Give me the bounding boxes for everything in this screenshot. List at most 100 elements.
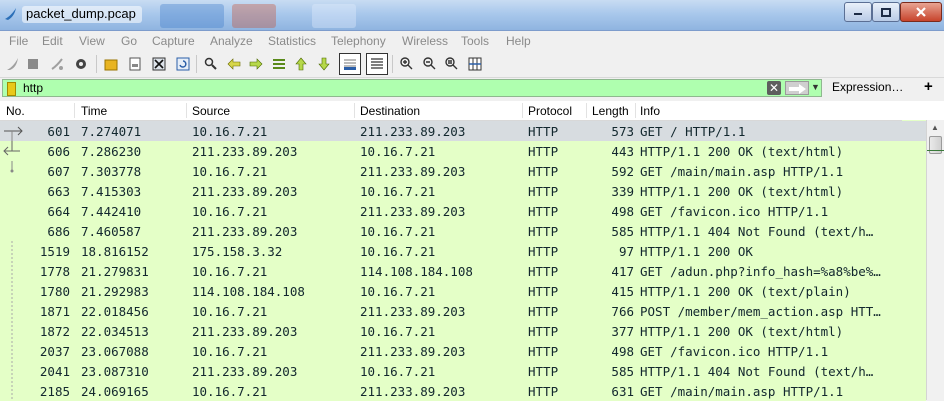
display-filter-input[interactable] [23,80,763,96]
arrow-left-icon [227,58,241,70]
menu-view[interactable]: View [79,34,105,48]
packet-source: 10.16.7.21 [192,264,268,279]
restart-capture-button[interactable] [48,55,66,73]
packet-time: 22.018456 [81,304,149,319]
display-filter-field[interactable]: ✕ ▼ [2,79,822,97]
packet-row[interactable]: 1780 21.292983 114.108.184.108 10.16.7.2… [0,281,926,301]
go-to-packet-button[interactable] [270,55,288,73]
close-button[interactable] [900,2,942,22]
maximize-button[interactable] [872,2,900,22]
column-header-info[interactable]: Info [640,104,660,118]
auto-scroll-button[interactable] [339,53,361,75]
packet-row[interactable]: 1519 18.816152 175.158.3.32 10.16.7.21 H… [0,241,926,261]
last-packet-button[interactable] [315,55,333,73]
packet-time: 7.274071 [81,124,142,139]
packet-row[interactable]: 2185 24.069165 10.16.7.21 211.233.89.203… [0,381,926,401]
column-header-time[interactable]: Time [81,104,107,118]
go-forward-button[interactable] [247,55,265,73]
selected-packet-marker [927,150,944,151]
column-divider[interactable] [522,103,523,118]
normal-size-button[interactable] [443,55,461,73]
packet-row[interactable]: 1871 22.018456 10.16.7.21 211.233.89.203… [0,301,926,321]
save-file-button[interactable] [126,55,144,73]
column-divider[interactable] [186,103,187,118]
menu-statistics[interactable]: Statistics [268,34,316,48]
column-divider[interactable] [635,103,636,118]
colorize-icon [371,58,383,69]
menu-help[interactable]: Help [506,34,531,48]
packet-row[interactable]: 607 7.303778 10.16.7.21 211.233.89.203 H… [0,161,926,181]
menu-wireless[interactable]: Wireless [402,34,448,48]
column-header-source[interactable]: Source [192,104,230,118]
packet-destination: 10.16.7.21 [360,244,436,259]
column-divider[interactable] [354,103,355,118]
packet-no: 1871 [39,304,70,319]
apply-filter-button[interactable] [785,81,809,95]
auto-scroll-icon [344,59,356,70]
zoom-out-button[interactable] [421,55,439,73]
menu-go[interactable]: Go [121,34,137,48]
packet-destination: 211.233.89.203 [360,304,466,319]
packet-row[interactable]: 663 7.415303 211.233.89.203 10.16.7.21 H… [0,181,926,201]
packet-row[interactable]: 1872 22.034513 211.233.89.203 10.16.7.21… [0,321,926,341]
menu-tools[interactable]: Tools [461,34,489,48]
stop-capture-button[interactable] [24,55,42,73]
first-packet-button[interactable] [292,55,310,73]
bookmark-icon[interactable] [7,82,16,96]
vertical-scrollbar[interactable]: ▲ [926,120,944,400]
go-back-button[interactable] [225,55,243,73]
packet-no: 664 [47,204,70,219]
column-header-length[interactable]: Length [592,104,629,118]
close-file-button[interactable] [150,55,168,73]
packet-info: HTTP/1.1 200 OK (text/html) [640,184,844,199]
menu-telephony[interactable]: Telephony [331,34,386,48]
packet-row[interactable]: 2037 23.067088 10.16.7.21 211.233.89.203… [0,341,926,361]
open-file-button[interactable] [102,55,120,73]
capture-options-button[interactable] [72,55,90,73]
packet-info: POST /member/mem_action.asp HTT… [640,304,881,319]
packet-source: 211.233.89.203 [192,184,298,199]
zoom-in-icon [400,57,413,70]
filter-history-dropdown[interactable]: ▼ [811,82,820,92]
menu-analyze[interactable]: Analyze [210,34,253,48]
packet-row[interactable]: 601 7.274071 10.16.7.21 211.233.89.203 H… [0,121,926,141]
background-ghost [160,4,224,28]
packet-row[interactable]: 664 7.442410 10.16.7.21 211.233.89.203 H… [0,201,926,221]
minimize-button[interactable] [844,2,872,22]
column-header-no[interactable]: No. [6,104,25,118]
toolbar-separator [96,55,97,73]
column-divider[interactable] [586,103,587,118]
zoom-in-button[interactable] [398,55,416,73]
menu-file[interactable]: File [9,34,28,48]
packet-length: 585 [611,364,634,379]
packet-no: 1872 [39,324,70,339]
packet-length: 766 [611,304,634,319]
column-divider[interactable] [74,103,75,118]
packet-info: GET /favicon.ico HTTP/1.1 [640,344,829,359]
start-capture-button[interactable] [4,55,22,73]
packet-row[interactable]: 2041 23.087310 211.233.89.203 10.16.7.21… [0,361,926,381]
menu-edit[interactable]: Edit [42,34,63,48]
column-header-protocol[interactable]: Protocol [528,104,572,118]
menu-capture[interactable]: Capture [152,34,195,48]
find-packet-button[interactable] [202,55,220,73]
colorize-button[interactable] [366,53,388,75]
scroll-up-icon[interactable]: ▲ [931,123,939,132]
reload-file-button[interactable] [174,55,192,73]
packet-length: 377 [611,324,634,339]
go-to-packet-icon [273,59,285,69]
packet-row[interactable]: 1778 21.279831 10.16.7.21 114.108.184.10… [0,261,926,281]
add-filter-button[interactable]: + [924,78,933,95]
packet-destination: 10.16.7.21 [360,284,436,299]
packet-row[interactable]: 606 7.286230 211.233.89.203 10.16.7.21 H… [0,141,926,161]
column-header-destination[interactable]: Destination [360,104,420,118]
packet-source: 10.16.7.21 [192,304,268,319]
resize-columns-button[interactable] [466,55,484,73]
search-icon [204,57,217,70]
expression-button[interactable]: Expression… [832,80,903,94]
packet-row[interactable]: 686 7.460587 211.233.89.203 10.16.7.21 H… [0,221,926,241]
clear-filter-button[interactable]: ✕ [767,81,781,95]
scrollbar-thumb[interactable] [929,136,942,154]
packet-destination: 211.233.89.203 [360,204,466,219]
related-packet-icon [11,281,13,301]
